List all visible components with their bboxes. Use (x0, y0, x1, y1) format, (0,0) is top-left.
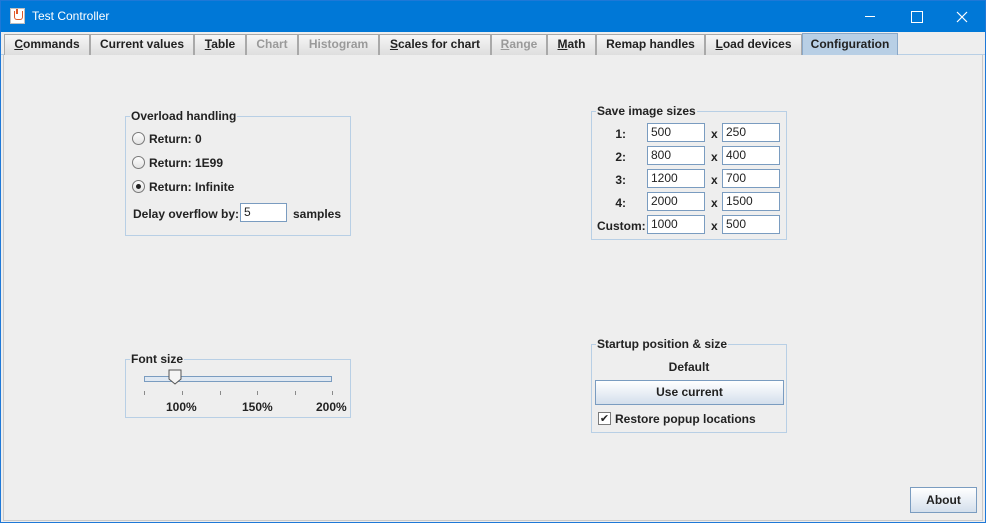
size-4-height-input[interactable]: 1500 (722, 192, 780, 211)
return-zero-radio[interactable] (132, 132, 145, 145)
tab-math[interactable]: Math (547, 34, 596, 55)
startup-position-value: Default (668, 360, 710, 374)
use-current-button[interactable]: Use current (595, 380, 784, 405)
tab-table[interactable]: Table (194, 34, 246, 55)
tab-histogram[interactable]: Histogram (298, 34, 379, 55)
overload-handling-group: Overload handling Return: 0 Return: 1E99… (125, 109, 351, 236)
size-2-height-input[interactable]: 400 (722, 146, 780, 165)
tab-bar: Commands Current values Table Chart Hist… (1, 32, 985, 56)
return-1e99-radio[interactable] (132, 156, 145, 169)
delay-overflow-label: Delay overflow by: (133, 207, 240, 221)
font-size-label-150: 150% (242, 400, 273, 414)
save-image-sizes-group: Save image sizes 1: 500 x 250 2: 800 x 4… (591, 104, 787, 240)
maximize-button[interactable] (893, 1, 939, 32)
custom-height-input[interactable]: 500 (722, 215, 780, 234)
checkmark-icon: ✔ (599, 412, 610, 425)
slider-tick (257, 391, 258, 395)
title-bar[interactable]: Test Controller (1, 1, 985, 32)
size-4-width-input[interactable]: 2000 (647, 192, 705, 211)
size-3-height-input[interactable]: 700 (722, 169, 780, 188)
app-window: Test Controller Commands Current values … (0, 0, 986, 523)
slider-tick (332, 391, 333, 395)
delay-unit-label: samples (293, 207, 342, 221)
font-size-label-200: 200% (316, 400, 347, 414)
return-zero-label[interactable]: Return: 0 (149, 132, 202, 146)
return-infinite-radio[interactable] (132, 180, 145, 193)
size-row-label: 1: (615, 127, 626, 141)
tab-load-devices[interactable]: Load devices (705, 34, 802, 55)
size-2-width-input[interactable]: 800 (647, 146, 705, 165)
size-3-width-input[interactable]: 1200 (647, 169, 705, 188)
tab-chart[interactable]: Chart (246, 34, 298, 55)
size-separator: x (711, 150, 718, 164)
restore-popup-label[interactable]: Restore popup locations (615, 412, 756, 426)
slider-tick (295, 391, 296, 395)
size-separator: x (711, 173, 718, 187)
tab-remap-handles[interactable]: Remap handles (596, 34, 705, 55)
font-size-slider-thumb[interactable] (168, 369, 182, 385)
size-separator: x (711, 196, 718, 210)
startup-position-group: Startup position & size Default Use curr… (591, 337, 787, 433)
close-button[interactable] (939, 1, 985, 32)
tab-configuration[interactable]: Configuration (802, 33, 898, 56)
font-size-title: Font size (130, 352, 185, 366)
overload-handling-title: Overload handling (130, 109, 238, 123)
restore-popup-checkbox[interactable]: ✔ (598, 412, 611, 425)
save-image-sizes-title: Save image sizes (596, 104, 697, 118)
slider-tick (220, 391, 221, 395)
return-infinite-label[interactable]: Return: Infinite (149, 180, 234, 194)
size-row-label: 4: (615, 196, 626, 210)
custom-width-input[interactable]: 1000 (647, 215, 705, 234)
size-row-label: Custom: (597, 219, 646, 233)
java-app-icon (10, 8, 25, 24)
window-title: Test Controller (32, 9, 110, 23)
about-button[interactable]: About (910, 487, 977, 513)
tab-commands[interactable]: Commands (4, 34, 90, 55)
size-separator: x (711, 219, 718, 233)
minimize-button[interactable] (847, 1, 893, 32)
slider-tick (182, 391, 183, 395)
font-size-label-100: 100% (166, 400, 197, 414)
size-1-height-input[interactable]: 250 (722, 123, 780, 142)
startup-position-title: Startup position & size (596, 337, 729, 351)
size-row-label: 2: (615, 150, 626, 164)
return-1e99-label[interactable]: Return: 1E99 (149, 156, 223, 170)
slider-tick (144, 391, 145, 395)
close-icon (956, 11, 968, 23)
tab-range[interactable]: Range (491, 34, 547, 55)
size-separator: x (711, 127, 718, 141)
delay-overflow-input[interactable]: 5 (240, 203, 287, 222)
size-row-label: 3: (615, 173, 626, 187)
configuration-panel: Overload handling Return: 0 Return: 1E99… (3, 55, 983, 521)
tab-current-values[interactable]: Current values (90, 34, 194, 55)
font-size-group: Font size 100% 150% 200% (125, 352, 351, 418)
tab-scales-for-chart[interactable]: Scales for chart (379, 34, 491, 55)
size-1-width-input[interactable]: 500 (647, 123, 705, 142)
